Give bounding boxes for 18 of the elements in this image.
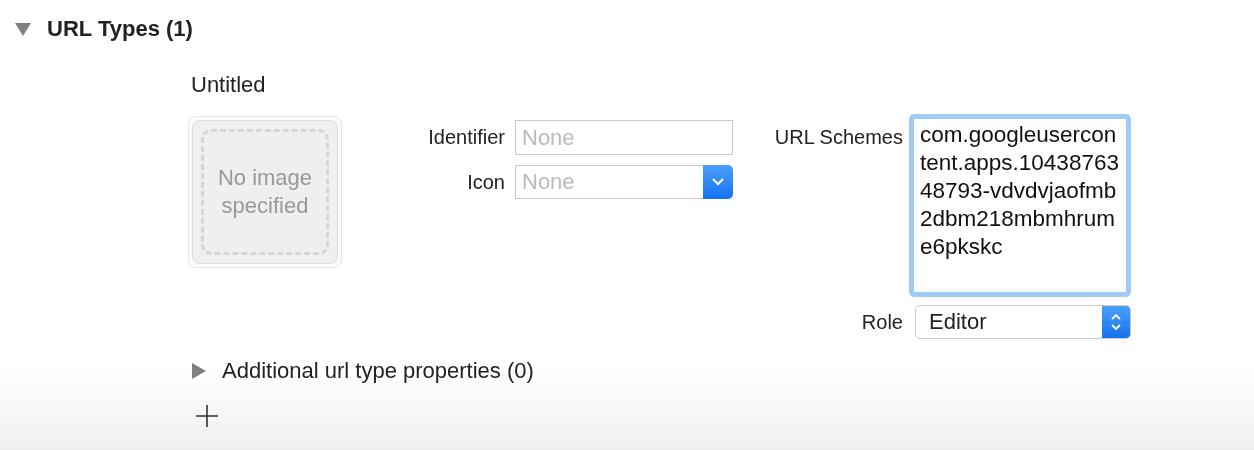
identifier-label: Identifier bbox=[427, 126, 505, 149]
dropdown-button[interactable] bbox=[703, 165, 733, 199]
icon-field[interactable]: None bbox=[515, 165, 703, 199]
section-title: URL Types (1) bbox=[47, 16, 193, 42]
role-label: Role bbox=[860, 310, 903, 334]
additional-properties-label[interactable]: Additional url type properties (0) bbox=[222, 358, 534, 384]
disclosure-triangle-icon[interactable] bbox=[14, 20, 32, 38]
chevron-icon bbox=[711, 177, 725, 187]
identifier-field[interactable]: None bbox=[515, 120, 733, 155]
url-schemes-label: URL Schemes bbox=[773, 126, 903, 149]
disclosure-triangle-icon[interactable] bbox=[191, 362, 207, 380]
url-schemes-field[interactable]: com.googleusercontent.apps.1043876348793-vdvdvjaofmb2dbm218mbmhrume6pkskc bbox=[909, 114, 1131, 297]
add-icon[interactable] bbox=[195, 404, 219, 428]
role-popup-button[interactable]: Editor bbox=[915, 305, 1131, 339]
icon-label: Icon bbox=[466, 170, 505, 194]
stepper-icon bbox=[1110, 311, 1122, 333]
url-type-name: Untitled bbox=[191, 72, 267, 99]
image-placeholder-text: No image specified bbox=[216, 164, 314, 220]
